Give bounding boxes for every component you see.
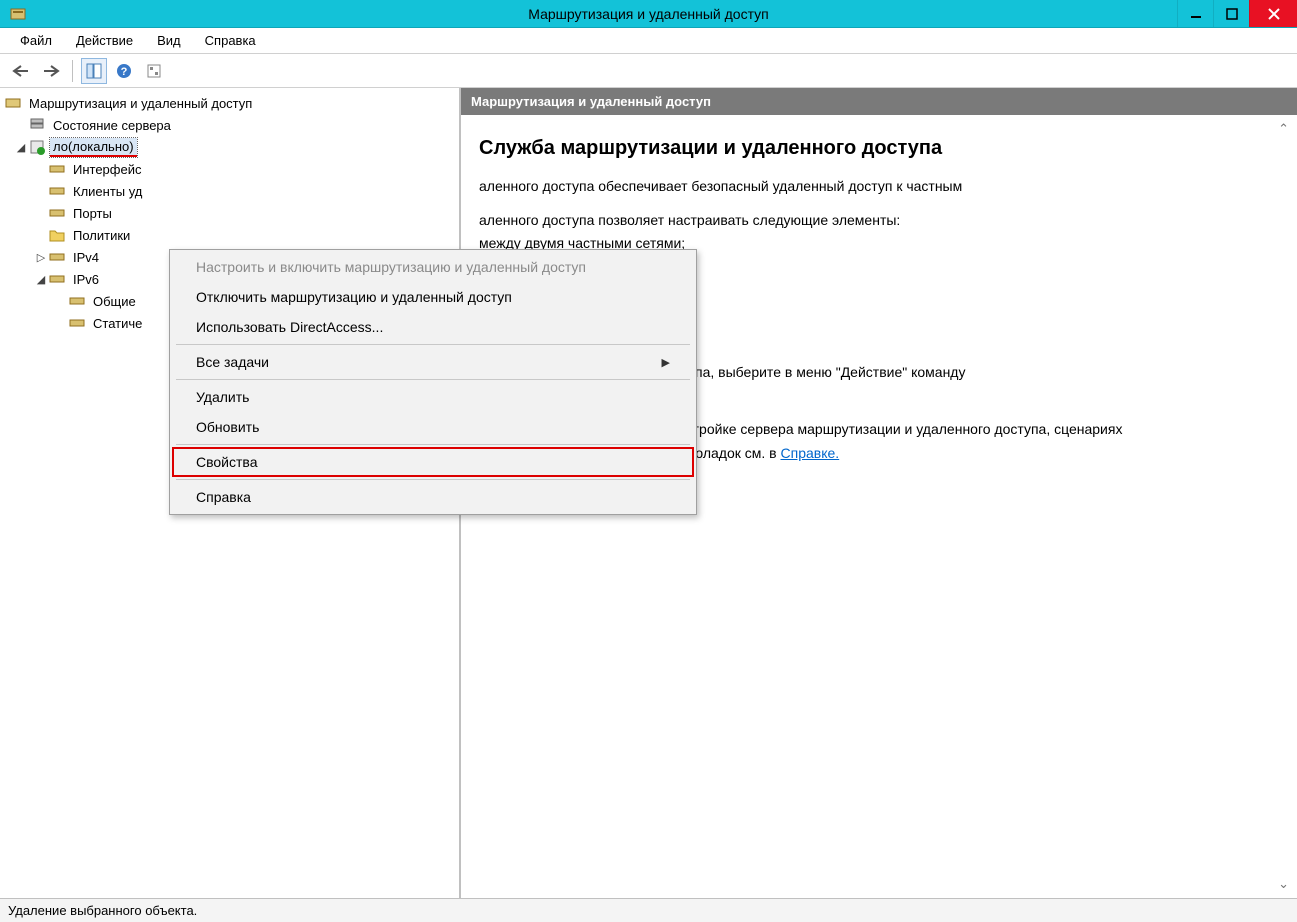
ctx-label: Свойства — [196, 454, 257, 470]
tree-local-server[interactable]: ◢ ло(локально) — [0, 136, 459, 158]
ctx-label: Все задачи — [196, 354, 269, 370]
ctx-disable[interactable]: Отключить маршрутизацию и удаленный дост… — [172, 282, 694, 312]
tree-root-label: Маршрутизация и удаленный доступ — [26, 95, 255, 112]
tree-remote-clients[interactable]: Клиенты уд — [0, 180, 459, 202]
scroll-down-icon[interactable]: ⌄ — [1278, 876, 1289, 892]
toolbar: ? — [0, 54, 1297, 88]
tree-item-label: IPv6 — [70, 271, 102, 288]
help-button[interactable]: ? — [111, 58, 137, 84]
content-header: Маршрутизация и удаленный доступ — [461, 88, 1297, 115]
tree-item-label: Политики — [70, 227, 133, 244]
submenu-arrow-icon: ▶ — [662, 356, 670, 369]
ctx-properties[interactable]: Свойства — [172, 447, 694, 477]
svg-text:?: ? — [121, 66, 128, 78]
ctx-label: Удалить — [196, 389, 249, 405]
status-text: Удаление выбранного объекта. — [8, 903, 197, 918]
ctx-label: Использовать DirectAccess... — [196, 319, 383, 335]
static-icon — [68, 314, 86, 332]
tree-ports[interactable]: Порты — [0, 202, 459, 224]
tree-policies[interactable]: Политики — [0, 224, 459, 246]
close-button[interactable] — [1249, 0, 1297, 27]
ctx-separator — [176, 379, 690, 380]
ctx-help[interactable]: Справка — [172, 482, 694, 512]
ctx-refresh[interactable]: Обновить — [172, 412, 694, 442]
ctx-label: Настроить и включить маршрутизацию и уда… — [196, 259, 586, 275]
expander-icon[interactable]: ◢ — [34, 273, 48, 286]
expander-icon[interactable]: ◢ — [14, 141, 28, 154]
menu-view[interactable]: Вид — [145, 29, 193, 52]
minimize-button[interactable] — [1177, 0, 1213, 27]
general-icon — [68, 292, 86, 310]
ctx-directaccess[interactable]: Использовать DirectAccess... — [172, 312, 694, 342]
main: Маршрутизация и удаленный доступ Состоян… — [0, 88, 1297, 898]
server-status-icon — [28, 116, 46, 134]
content-text: аленного доступа обеспечивает безопасный… — [479, 176, 1279, 198]
tree-item-label: Общие — [90, 293, 139, 310]
toolbar-separator — [72, 60, 73, 82]
interface-icon — [48, 160, 66, 178]
window-title: Маршрутизация и удаленный доступ — [528, 6, 769, 22]
content-text: аленного доступа позволяет настраивать с… — [479, 210, 1279, 232]
tree-item-label: Порты — [70, 205, 115, 222]
statusbar: Удаление выбранного объекта. — [0, 898, 1297, 922]
ctx-separator — [176, 444, 690, 445]
ipv4-icon — [48, 248, 66, 266]
help-link[interactable]: Справке. — [781, 445, 840, 461]
clients-icon — [48, 182, 66, 200]
folder-icon — [48, 226, 66, 244]
back-button[interactable] — [8, 58, 34, 84]
tree-item-label: Интерфейс — [70, 161, 144, 178]
tree-item-label: IPv4 — [70, 249, 102, 266]
server-icon — [28, 138, 46, 156]
menu-file[interactable]: Файл — [8, 29, 64, 52]
ctx-separator — [176, 479, 690, 480]
menu-help[interactable]: Справка — [193, 29, 268, 52]
tree-item-label: Клиенты уд — [70, 183, 145, 200]
menu-action[interactable]: Действие — [64, 29, 145, 52]
ipv6-icon — [48, 270, 66, 288]
tree-item-label: Статиче — [90, 315, 145, 332]
ports-icon — [48, 204, 66, 222]
scroll-up-icon[interactable]: ⌃ — [1278, 121, 1289, 137]
maximize-button[interactable] — [1213, 0, 1249, 27]
ctx-all-tasks[interactable]: Все задачи ▶ — [172, 347, 694, 377]
app-icon — [6, 2, 30, 26]
refresh-button[interactable] — [141, 58, 167, 84]
ctx-configure: Настроить и включить маршрутизацию и уда… — [172, 252, 694, 282]
window-controls — [1177, 0, 1297, 27]
tree-item-label: Состояние сервера — [50, 117, 174, 134]
ctx-separator — [176, 344, 690, 345]
tree-server-status[interactable]: Состояние сервера — [0, 114, 459, 136]
show-hide-tree-button[interactable] — [81, 58, 107, 84]
tree-item-label: ло(локально) — [50, 138, 137, 157]
tree-root[interactable]: Маршрутизация и удаленный доступ — [0, 92, 459, 114]
ctx-label: Справка — [196, 489, 251, 505]
menubar: Файл Действие Вид Справка — [0, 28, 1297, 54]
ctx-delete[interactable]: Удалить — [172, 382, 694, 412]
tree-interfaces[interactable]: Интерфейс — [0, 158, 459, 180]
ctx-label: Обновить — [196, 419, 259, 435]
expander-icon[interactable]: ▷ — [34, 251, 48, 264]
content-heading: Служба маршрутизации и удаленного доступ… — [479, 137, 1279, 160]
titlebar: Маршрутизация и удаленный доступ — [0, 0, 1297, 28]
routing-icon — [4, 94, 22, 112]
ctx-label: Отключить маршрутизацию и удаленный дост… — [196, 289, 512, 305]
context-menu: Настроить и включить маршрутизацию и уда… — [169, 249, 697, 515]
forward-button[interactable] — [38, 58, 64, 84]
